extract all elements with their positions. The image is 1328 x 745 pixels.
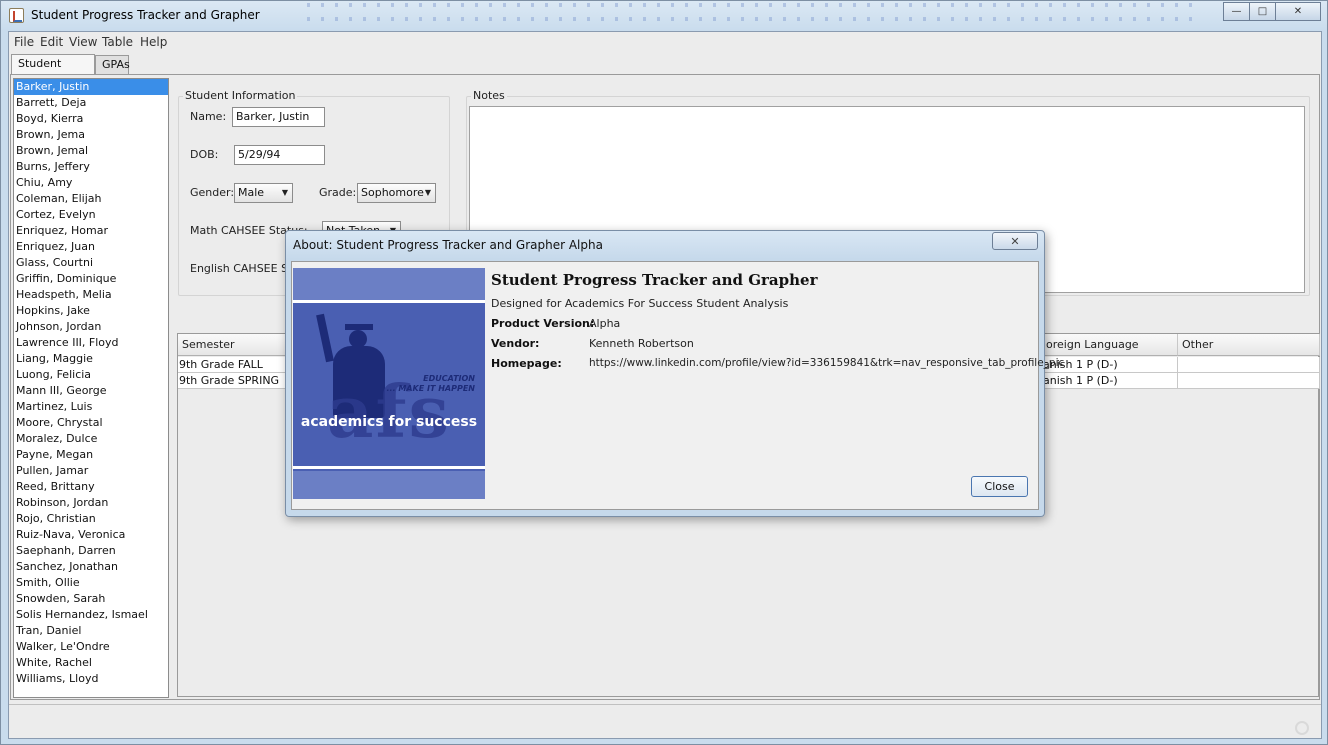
column-header-semester[interactable]: Semester [178,334,298,356]
student-list-item[interactable]: White, Rachel [14,655,168,671]
student-list-item[interactable]: Mann III, George [14,383,168,399]
student-list-item[interactable]: Tran, Daniel [14,623,168,639]
name-label: Name: [190,110,227,123]
column-header-foreign-language[interactable]: oreign Language [1042,334,1178,356]
student-list-item[interactable]: Williams, Lloyd [14,671,168,687]
logo-tagline-education: EDUCATION [423,374,475,383]
chevron-down-icon: ▼ [281,188,288,197]
student-list-item[interactable]: Luong, Felicia [14,367,168,383]
about-dialog: About: Student Progress Tracker and Grap… [285,230,1064,517]
notes-legend: Notes [471,89,507,102]
student-list-item[interactable]: Brown, Jemal [14,143,168,159]
table-cell-semester[interactable]: 9th Grade FALL [178,357,298,373]
close-button[interactable]: Close [971,476,1028,497]
student-list-item[interactable]: Saephanh, Darren [14,543,168,559]
about-dialog-close-icon[interactable]: ✕ [992,232,1038,250]
about-dialog-title: About: Student Progress Tracker and Grap… [293,238,603,252]
window-close-button[interactable]: ✕ [1275,2,1321,21]
status-bar [9,704,1321,738]
academics-for-success-logo: afs EDUCATION ... MAKE IT HAPPEN academi… [293,268,485,499]
gender-select[interactable]: Male ▼ [234,183,293,203]
gender-label: Gender: [190,186,235,199]
student-list-item[interactable]: Moralez, Dulce [14,431,168,447]
student-list-item[interactable]: Ruiz-Nava, Veronica [14,527,168,543]
table-cell-semester[interactable]: 9th Grade SPRING [178,373,298,389]
java-app-icon [9,8,24,23]
column-header-other[interactable]: Other [1178,334,1320,356]
student-list-item[interactable]: Hopkins, Jake [14,303,168,319]
student-list-item[interactable]: Lawrence III, Floyd [14,335,168,351]
menu-bar: File Edit View Table Help [9,32,1321,52]
student-list-item[interactable]: Reed, Brittany [14,479,168,495]
product-title: Student Progress Tracker and Grapher [491,271,818,289]
grade-select[interactable]: Sophomore ▼ [357,183,436,203]
student-list-item[interactable]: Walker, Le'Ondre [14,639,168,655]
student-list-item[interactable]: Martinez, Luis [14,399,168,415]
student-list-item[interactable]: Smith, Ollie [14,575,168,591]
menu-view[interactable]: View [69,35,97,49]
student-list-item[interactable]: Snowden, Sarah [14,591,168,607]
vendor-label: Vendor: [491,337,540,350]
title-bar[interactable]: Student Progress Tracker and Grapher — □… [1,1,1327,31]
student-list-item[interactable]: Robinson, Jordan [14,495,168,511]
homepage-label: Homepage: [491,357,562,370]
student-list-item[interactable]: Barrett, Deja [14,95,168,111]
minimize-button[interactable]: — [1223,2,1250,21]
name-field[interactable]: Barker, Justin [232,107,325,127]
table-cell-other[interactable] [1178,373,1320,389]
maximize-button[interactable]: □ [1249,2,1276,21]
gender-value: Male [238,186,265,199]
student-list-item[interactable]: Chiu, Amy [14,175,168,191]
student-list-item[interactable]: Enriquez, Juan [14,239,168,255]
student-list-item[interactable]: Rojo, Christian [14,511,168,527]
student-list-item[interactable]: Payne, Megan [14,447,168,463]
chevron-down-icon: ▼ [424,188,431,197]
menu-file[interactable]: File [14,35,34,49]
dob-label: DOB: [190,148,219,161]
table-cell-foreign-language[interactable]: anish 1 P (D-) [1042,373,1178,389]
grade-label: Grade: [319,186,357,199]
about-dialog-body: afs EDUCATION ... MAKE IT HAPPEN academi… [291,261,1064,510]
student-list-item[interactable]: Brown, Jema [14,127,168,143]
student-list-item[interactable]: Johnson, Jordan [14,319,168,335]
student-list-item[interactable]: Enriquez, Homar [14,223,168,239]
student-list-item[interactable]: Sanchez, Jonathan [14,559,168,575]
busy-indicator-icon [1295,721,1309,735]
product-version-label: Product Version: [491,317,595,330]
logo-text: academics for success [300,414,478,430]
student-list-item[interactable]: Burns, Jeffery [14,159,168,175]
dob-field[interactable]: 5/29/94 [234,145,325,165]
tab-student-listing[interactable]: Student Listing [11,54,95,88]
student-list-item[interactable]: Headspeth, Melia [14,287,168,303]
table-cell-other[interactable] [1178,357,1320,373]
background-window-decoration [301,1,1201,31]
student-information-legend: Student Information [183,89,298,102]
student-list-item[interactable]: Pullen, Jamar [14,463,168,479]
student-list-item[interactable]: Boyd, Kierra [14,111,168,127]
main-window: Student Progress Tracker and Grapher — □… [0,0,1328,745]
menu-help[interactable]: Help [140,35,167,49]
product-version-value: Alpha [589,317,621,330]
window-title: Student Progress Tracker and Grapher [31,8,260,22]
student-list-item[interactable]: Solis Hernandez, Ismael [14,607,168,623]
logo-tagline-make-it-happen: ... MAKE IT HAPPEN [386,384,476,393]
student-list-item[interactable]: Barker, Justin [14,79,168,95]
student-list[interactable]: Barker, Justin Barrett, Deja Boyd, Kierra B… [13,78,169,698]
tab-gpas[interactable]: GPAs [95,55,130,75]
student-list-item[interactable]: Liang, Maggie [14,351,168,367]
vendor-value: Kenneth Robertson [589,337,694,350]
product-description: Designed for Academics For Success Stude… [491,297,789,310]
student-list-item[interactable]: Coleman, Elijah [14,191,168,207]
menu-edit[interactable]: Edit [40,35,63,49]
grade-value: Sophomore [361,186,424,199]
student-list-item[interactable]: Glass, Courtni [14,255,168,271]
student-list-item[interactable]: Cortez, Evelyn [14,207,168,223]
student-list-item[interactable]: Moore, Chrystal [14,415,168,431]
student-list-item[interactable]: Griffin, Dominique [14,271,168,287]
menu-table[interactable]: Table [102,35,133,49]
homepage-link[interactable]: https://www.linkedin.com/profile/view?id… [589,357,1064,369]
